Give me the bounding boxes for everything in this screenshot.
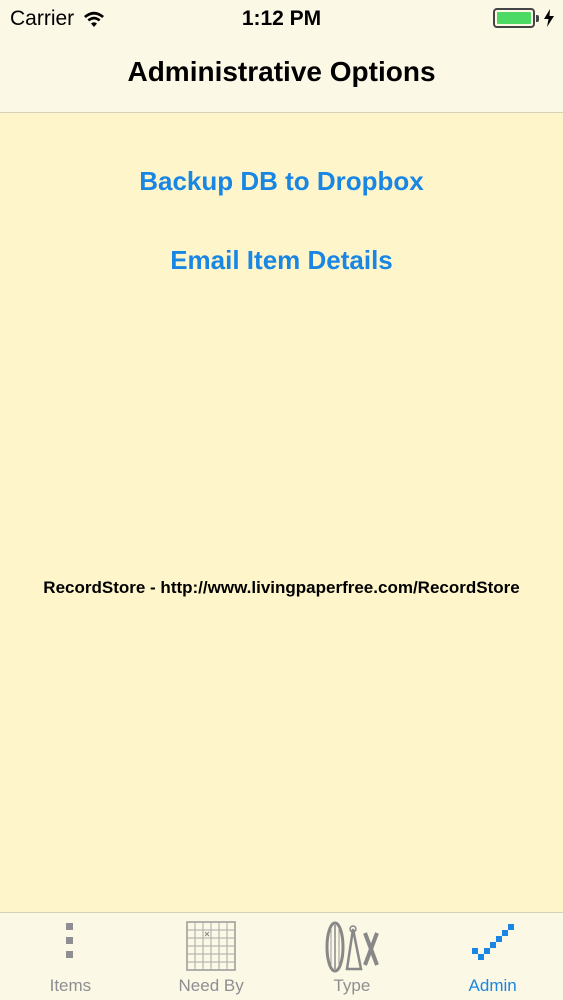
tab-need-by[interactable]: Need By <box>141 913 282 1000</box>
email-item-details-button[interactable]: Email Item Details <box>0 245 563 276</box>
status-time: 1:12 PM <box>241 7 322 30</box>
main-content: Backup DB to Dropbox Email Item Details … <box>0 114 563 912</box>
page-title: Administrative Options <box>127 56 436 87</box>
status-bar: Carrier 1:12 PM <box>0 0 563 40</box>
tab-items[interactable]: Items <box>0 913 141 1000</box>
battery-tip <box>536 15 539 22</box>
checkmark-icon <box>471 924 514 960</box>
dots-icon <box>66 923 74 958</box>
tab-items-label: Items <box>49 976 92 995</box>
tab-admin[interactable]: Admin <box>422 913 563 1000</box>
tab-need-by-label: Need By <box>178 976 244 995</box>
battery-fill <box>497 12 531 24</box>
tab-type-label: Type <box>333 976 371 995</box>
charging-bolt-icon <box>544 9 554 27</box>
screen: Carrier 1:12 PM Administrative Options B… <box>0 0 563 1000</box>
website-url-text: RecordStore - http://www.livingpaperfree… <box>43 578 520 597</box>
instruments-icon <box>325 921 379 973</box>
battery-icon <box>493 8 539 28</box>
backup-dropbox-button[interactable]: Backup DB to Dropbox <box>0 166 563 197</box>
tab-bar: Items Need By Type Admin <box>0 912 563 1000</box>
navigation-bar: Administrative Options <box>0 40 563 113</box>
tab-admin-label: Admin <box>468 976 517 995</box>
calendar-grid-icon <box>186 921 236 971</box>
status-right <box>493 8 555 28</box>
tab-type[interactable]: Type <box>282 913 423 1000</box>
